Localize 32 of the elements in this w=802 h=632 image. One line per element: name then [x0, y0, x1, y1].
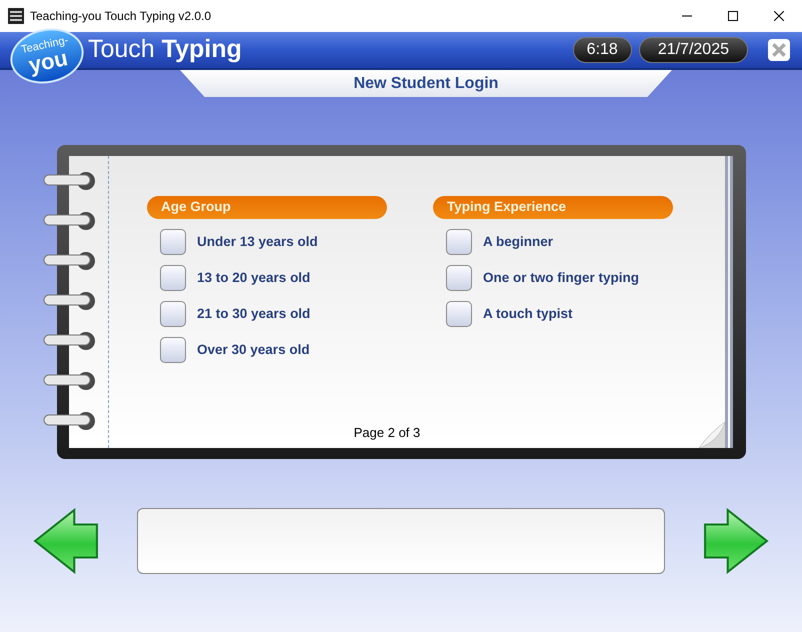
window-title: Teaching-you Touch Typing v2.0.0 — [30, 8, 212, 25]
option-label: One or two finger typing — [483, 268, 639, 287]
checkbox[interactable] — [160, 337, 186, 363]
page-curl-icon — [699, 422, 725, 448]
app-icon — [8, 8, 24, 24]
clock: 6:18 — [572, 37, 632, 63]
checkbox[interactable] — [160, 229, 186, 255]
date-display: 21/7/2025 — [638, 37, 748, 63]
next-button[interactable] — [703, 508, 769, 574]
group-title: Age Group — [161, 198, 231, 216]
option-label: Over 30 years old — [197, 340, 310, 359]
back-button[interactable] — [33, 508, 99, 574]
page-title: New Student Login — [354, 74, 498, 94]
checkbox[interactable] — [446, 229, 472, 255]
option-label: 13 to 20 years old — [197, 268, 310, 287]
exit-button[interactable] — [768, 39, 790, 61]
right-arrow-icon — [703, 508, 769, 574]
checkbox[interactable] — [446, 265, 472, 291]
app-name: Touch Typing — [88, 34, 242, 66]
checkbox[interactable] — [160, 301, 186, 327]
group-title: Typing Experience — [447, 198, 566, 216]
option-label: A beginner — [483, 232, 554, 251]
checkbox[interactable] — [160, 265, 186, 291]
option-label: Under 13 years old — [197, 232, 318, 251]
maximize-icon — [728, 11, 738, 21]
left-arrow-icon — [33, 508, 99, 574]
option-label: A touch typist — [483, 304, 572, 323]
close-icon — [772, 43, 786, 57]
page-indicator: Page 2 of 3 — [354, 424, 420, 442]
option-label: 21 to 30 years old — [197, 304, 310, 323]
close-icon — [774, 11, 784, 21]
checkbox[interactable] — [446, 301, 472, 327]
